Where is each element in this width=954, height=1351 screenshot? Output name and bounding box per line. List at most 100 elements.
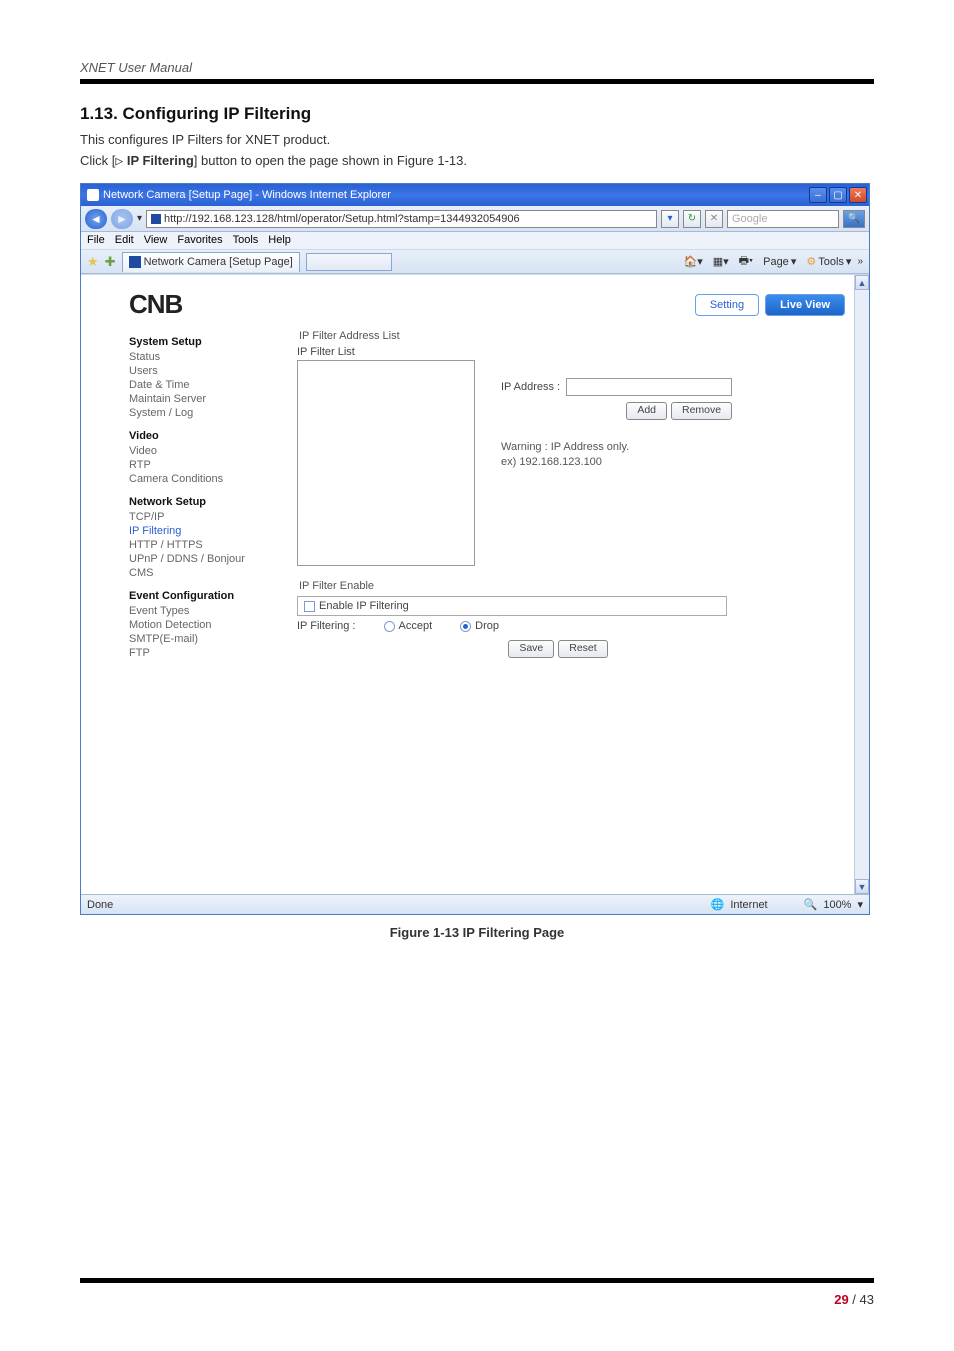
window-title: Network Camera [Setup Page] - Windows In… (103, 189, 391, 201)
sidebar-item-tcpip[interactable]: TCP/IP (129, 510, 279, 524)
tab-active[interactable]: Network Camera [Setup Page] (122, 252, 300, 272)
back-button[interactable]: ◄ (85, 209, 107, 229)
remove-button[interactable]: Remove (671, 402, 732, 420)
stop-button[interactable]: ✕ (705, 210, 723, 228)
intro-line-1: This configures IP Filters for XNET prod… (80, 132, 874, 147)
search-go-button[interactable]: 🔍 (843, 210, 865, 228)
accept-radio[interactable] (384, 621, 395, 632)
add-favorite-icon[interactable]: ✚ (105, 254, 116, 270)
sidebar-item-users[interactable]: Users (129, 364, 279, 378)
sidebar-item-cms[interactable]: CMS (129, 566, 279, 580)
url-input[interactable]: http://192.168.123.128/html/operator/Set… (146, 210, 657, 228)
add-button[interactable]: Add (626, 402, 667, 420)
browser-window: Network Camera [Setup Page] - Windows In… (80, 183, 870, 915)
scrollbar[interactable]: ▲ ▼ (854, 275, 869, 894)
sidebar-item-camera-conditions[interactable]: Camera Conditions (129, 472, 279, 486)
menu-view[interactable]: View (144, 234, 168, 247)
running-head: XNET User Manual (80, 60, 874, 75)
search-input[interactable]: Google (727, 210, 839, 228)
tools-menu[interactable]: ⚙Tools ▾ (802, 253, 855, 271)
sidebar-item-video[interactable]: Video (129, 444, 279, 458)
sidebar-item-smtp[interactable]: SMTP(E-mail) (129, 632, 279, 646)
minimize-button[interactable]: – (809, 187, 827, 203)
maximize-button[interactable]: ▢ (829, 187, 847, 203)
menu-tools[interactable]: Tools (233, 234, 259, 247)
print-button[interactable]: 🖶▾ (735, 253, 757, 271)
refresh-button[interactable]: ↻ (683, 210, 701, 228)
filter-mode-label: IP Filtering : (297, 620, 356, 632)
top-rule (80, 79, 874, 84)
url-dropdown[interactable]: ▾ (661, 210, 679, 228)
scroll-down-button[interactable]: ▼ (855, 879, 869, 894)
enable-label: Enable IP Filtering (319, 600, 409, 612)
setting-button[interactable]: Setting (695, 294, 759, 316)
warning-line-2: ex) 192.168.123.100 (501, 455, 732, 470)
intro-line-2: Click [▷ IP Filtering] button to open th… (80, 153, 874, 169)
address-bar: ◄ ► ▾ http://192.168.123.128/html/operat… (81, 206, 869, 232)
zone-icon: 🌐 (711, 898, 725, 911)
menu-edit[interactable]: Edit (115, 234, 134, 247)
brand-logo: CNB (129, 289, 182, 320)
ip-filter-listbox[interactable] (297, 360, 475, 566)
accept-label: Accept (399, 620, 433, 632)
section-title: 1.13. Configuring IP Filtering (80, 104, 874, 124)
tab-row: ★ ✚ Network Camera [Setup Page] 🏠▾ ▦▾ 🖶▾… (81, 250, 869, 274)
sidebar-item-http[interactable]: HTTP / HTTPS (129, 538, 279, 552)
sidebar: System Setup Status Users Date & Time Ma… (129, 330, 279, 660)
sidebar-item-rtp[interactable]: RTP (129, 458, 279, 472)
favorites-star-icon[interactable]: ★ (87, 254, 99, 270)
figure-caption: Figure 1-13 IP Filtering Page (80, 925, 874, 940)
menu-favorites[interactable]: Favorites (177, 234, 222, 247)
menu-help[interactable]: Help (268, 234, 291, 247)
tab-label: Network Camera [Setup Page] (144, 256, 293, 268)
sidebar-item-datetime[interactable]: Date & Time (129, 378, 279, 392)
filter-list-label: IP Filter List (297, 346, 475, 358)
tools-menu-label: Tools (818, 256, 844, 268)
page-total: 43 (860, 1292, 874, 1307)
scroll-up-button[interactable]: ▲ (855, 275, 869, 290)
main-pane: IP Filter Address List IP Filter List IP… (297, 330, 849, 660)
ip-address-label: IP Address : (501, 381, 560, 393)
page-menu[interactable]: Page ▾ (759, 253, 800, 271)
sidebar-item-ipfiltering[interactable]: IP Filtering (129, 524, 279, 538)
drop-radio[interactable] (460, 621, 471, 632)
sidebar-head-video: Video (129, 430, 279, 442)
intro-post: ] button to open the page shown in Figur… (194, 153, 467, 168)
ip-address-input[interactable] (566, 378, 732, 396)
save-button[interactable]: Save (508, 640, 554, 658)
page-icon (151, 214, 161, 224)
drop-label: Drop (475, 620, 499, 632)
sidebar-item-ftp[interactable]: FTP (129, 646, 279, 660)
forward-button[interactable]: ► (111, 209, 133, 229)
page-content: ▲ ▼ CNB Setting Live View System Setup S… (81, 274, 869, 894)
tab-favicon (129, 256, 141, 268)
window-titlebar[interactable]: Network Camera [Setup Page] - Windows In… (81, 184, 869, 206)
page-menu-label: Page (763, 256, 789, 268)
close-button[interactable]: ✕ (849, 187, 867, 203)
sidebar-item-systemlog[interactable]: System / Log (129, 406, 279, 420)
live-view-button[interactable]: Live View (765, 294, 845, 316)
sidebar-item-status[interactable]: Status (129, 350, 279, 364)
sidebar-item-upnp[interactable]: UPnP / DDNS / Bonjour (129, 552, 279, 566)
search-placeholder: Google (732, 213, 767, 225)
status-left: Done (87, 899, 113, 911)
tab-new[interactable] (306, 253, 392, 271)
reset-button[interactable]: Reset (558, 640, 607, 658)
sidebar-item-eventtypes[interactable]: Event Types (129, 604, 279, 618)
warning-line-1: Warning : IP Address only. (501, 440, 732, 455)
status-zone: Internet (730, 899, 767, 911)
page-sep: / (849, 1292, 860, 1307)
page-current: 29 (834, 1292, 848, 1307)
home-button[interactable]: 🏠▾ (680, 253, 707, 271)
menu-file[interactable]: File (87, 234, 105, 247)
group-enable: IP Filter Enable (299, 580, 849, 592)
status-zoom: 100% (823, 899, 851, 911)
feeds-button[interactable]: ▦▾ (709, 253, 733, 271)
ie-icon (87, 189, 99, 201)
sidebar-item-maintain[interactable]: Maintain Server (129, 392, 279, 406)
page-number: 29 / 43 (834, 1292, 874, 1307)
group-address-list: IP Filter Address List (299, 330, 849, 342)
enable-box: Enable IP Filtering (297, 596, 727, 616)
enable-checkbox[interactable] (304, 601, 315, 612)
sidebar-item-motion[interactable]: Motion Detection (129, 618, 279, 632)
